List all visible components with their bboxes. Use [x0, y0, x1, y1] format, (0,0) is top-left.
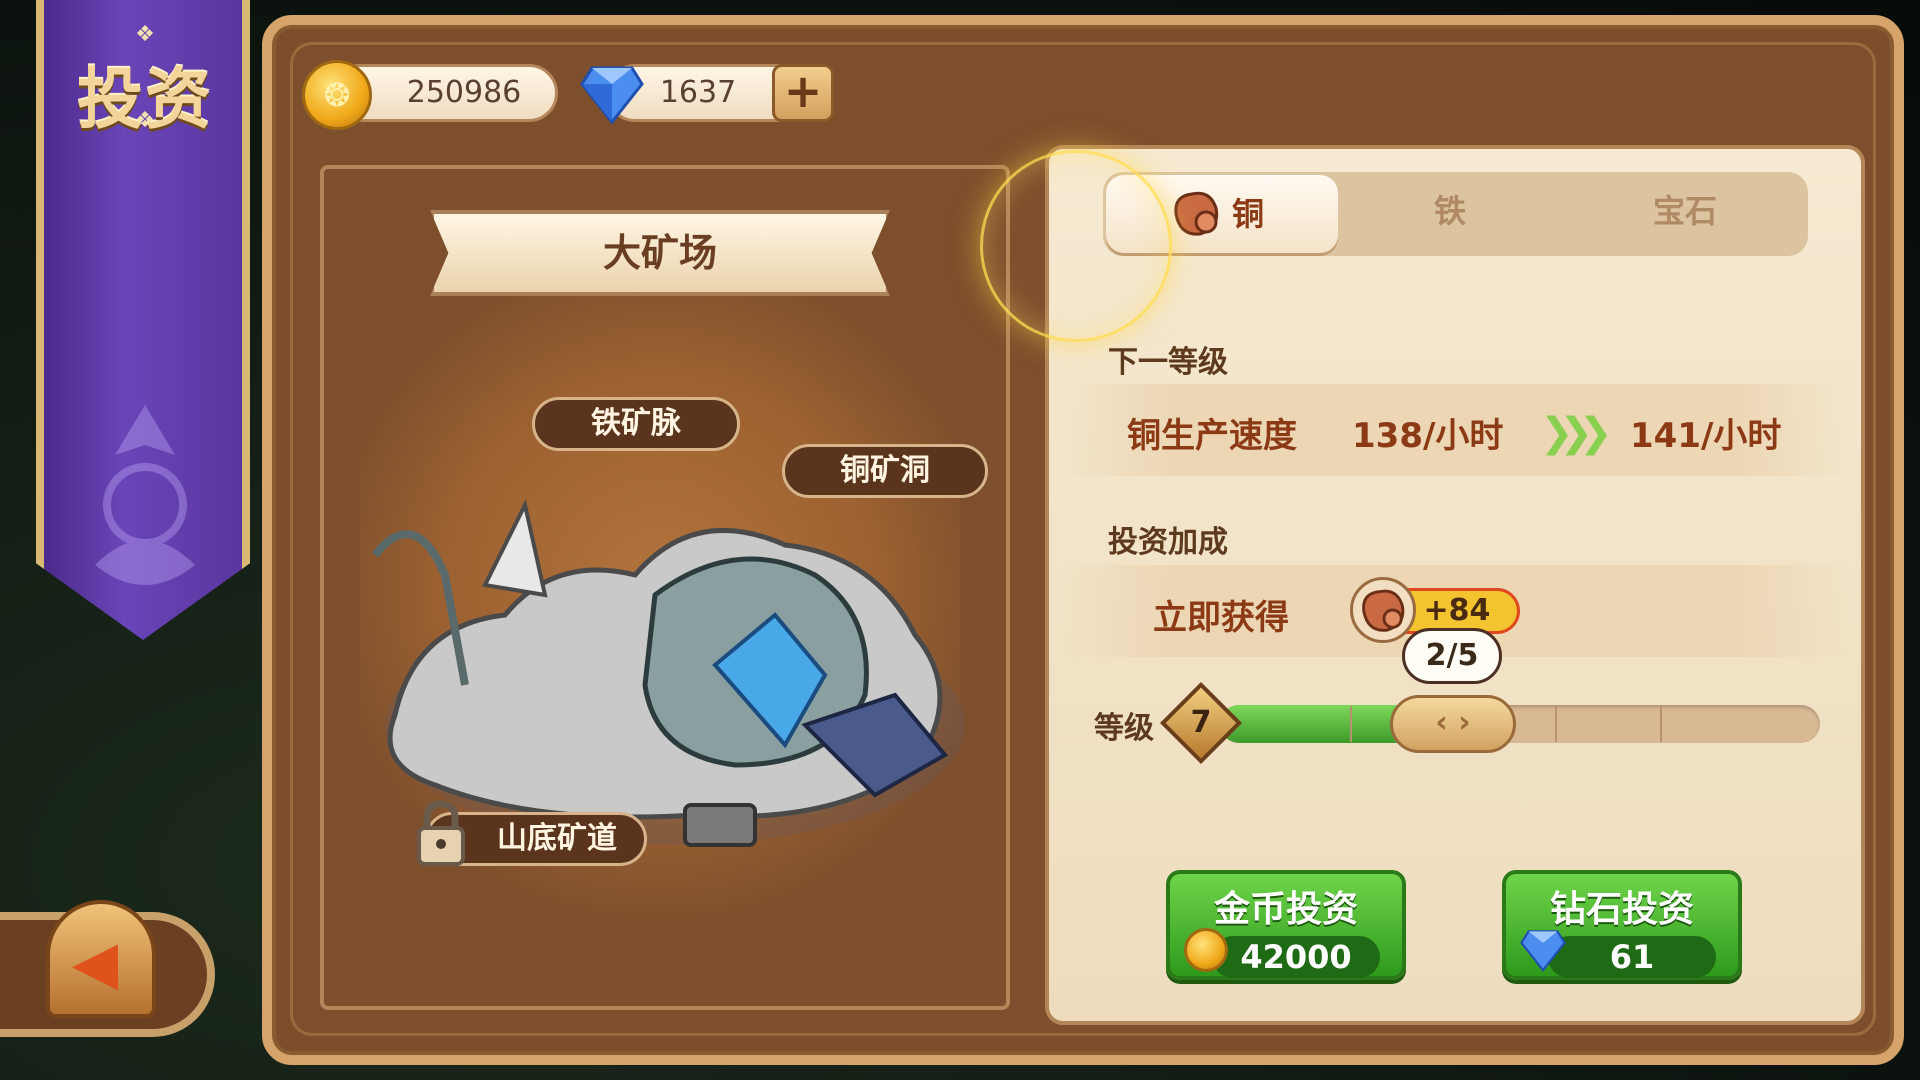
copper-ore-icon	[1362, 589, 1405, 632]
diamond-invest-cost: 61	[1548, 936, 1716, 978]
invest-bonus-heading: 投资加成	[1108, 525, 1228, 560]
level-tick	[1350, 706, 1352, 742]
level-tick	[1660, 706, 1662, 742]
next-production: 141/小时	[1630, 416, 1782, 456]
current-production: 138/小时	[1352, 416, 1504, 456]
copper-ore-icon	[1174, 191, 1219, 236]
exit-door-icon: ◀	[72, 928, 119, 998]
tab-gem[interactable]: 宝石	[1625, 172, 1745, 250]
diamond-icon	[580, 66, 644, 124]
lock-icon	[417, 800, 465, 866]
diamond-icon	[1520, 930, 1566, 972]
add-diamond-button[interactable]: +	[772, 64, 834, 122]
banner-ornament-top: ❖	[135, 22, 155, 47]
gold-coin-icon	[1184, 928, 1228, 972]
upgrade-arrow-icon: ❯❯❯	[1540, 410, 1612, 456]
copper-cave-text: 铜矿洞	[840, 453, 930, 488]
diamond-invest-label: 钻石投资	[1549, 889, 1694, 930]
tab-iron[interactable]: 铁	[1405, 172, 1495, 250]
copper-cave-label[interactable]: 铜矿洞	[782, 444, 988, 498]
gold-invest-label: 金币投资	[1213, 889, 1358, 930]
level-tick	[1555, 706, 1557, 742]
production-stat-label: 铜生产速度	[1127, 416, 1297, 456]
iron-vein-label[interactable]: 铁矿脉	[532, 397, 740, 451]
tab-copper-label: 铜	[1232, 195, 1265, 233]
banner-emblem-icon	[95, 405, 195, 585]
tutorial-highlight-ring	[980, 150, 1172, 342]
banner-ornament-bottom: ❖	[135, 108, 155, 133]
level-progress-bubble: 2/5	[1402, 628, 1502, 684]
level-slider-handle[interactable]: ‹ ›	[1390, 695, 1516, 753]
next-level-heading: 下一等级	[1108, 345, 1228, 380]
level-value: 7	[1190, 705, 1212, 740]
gold-invest-cost: 42000	[1212, 936, 1380, 978]
instant-gain-label: 立即获得	[1153, 598, 1289, 638]
level-label: 等级	[1094, 711, 1154, 746]
mountain-tunnel-text: 山底矿道	[497, 821, 617, 856]
iron-vein-text: 铁矿脉	[591, 406, 681, 441]
gold-coin-symbol: ❂	[323, 76, 351, 114]
mine-title: 大矿场	[602, 231, 717, 275]
